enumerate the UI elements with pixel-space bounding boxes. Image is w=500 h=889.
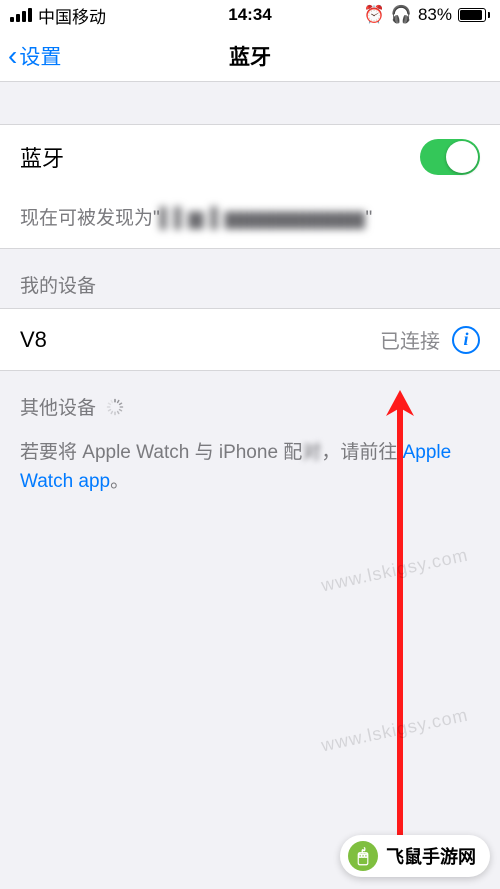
headphones-icon: 🎧 (391, 5, 412, 25)
bluetooth-switch[interactable] (420, 139, 480, 175)
watermark: www.lskigsy.com (320, 545, 471, 597)
site-badge: 🖱 飞鼠手游网 (340, 835, 490, 877)
device-row[interactable]: V8 已连接 i (0, 308, 500, 371)
switch-knob (446, 141, 478, 173)
other-devices-label: 其他设备 (20, 393, 96, 420)
status-right: ⏰ 🎧 83% (364, 5, 490, 25)
bluetooth-label: 蓝牙 (20, 141, 64, 173)
back-button[interactable]: ‹ 设置 (8, 41, 61, 71)
device-name: V8 (20, 327, 380, 353)
clock: 14:34 (228, 5, 271, 25)
device-status: 已连接 (380, 325, 440, 354)
carrier-label: 中国移动 (38, 3, 106, 28)
status-left: 中国移动 (10, 3, 106, 28)
badge-label: 飞鼠手游网 (386, 843, 476, 869)
discoverable-suffix: " (366, 208, 373, 229)
watermark: www.lskigsy.com (320, 705, 471, 757)
battery-icon (458, 8, 490, 22)
discoverable-text: 现在可被发现为"▌▌▆ ▌▆▆▆▆▆▆▆▆▆" (0, 189, 500, 249)
signal-icon (10, 8, 32, 22)
status-bar: 中国移动 14:34 ⏰ 🎧 83% (0, 0, 500, 30)
spinner-icon (106, 398, 124, 416)
my-devices-header: 我的设备 (0, 249, 500, 308)
back-label: 设置 (19, 41, 61, 71)
mouse-icon: 🖱 (348, 841, 378, 871)
bluetooth-toggle-row[interactable]: 蓝牙 (0, 124, 500, 189)
hint-mid: ，请前往 (321, 442, 402, 463)
page-title: 蓝牙 (229, 41, 271, 71)
chevron-left-icon: ‹ (8, 42, 17, 70)
other-devices-header: 其他设备 (0, 371, 500, 432)
discoverable-prefix: 现在可被发现为" (20, 208, 160, 229)
hint-post: 。 (110, 471, 129, 492)
hint-pre: 若要将 Apple Watch 与 iPhone 配 (20, 442, 302, 463)
device-name-blurred: ▌▌▆ ▌▆▆▆▆▆▆▆▆▆ (160, 207, 366, 230)
info-icon[interactable]: i (452, 326, 480, 354)
pairing-hint: 若要将 Apple Watch 与 iPhone 配对，请前往 Apple Wa… (0, 432, 500, 517)
hint-blur: 对 (302, 438, 321, 467)
battery-percent: 83% (418, 5, 452, 25)
nav-bar: ‹ 设置 蓝牙 (0, 30, 500, 82)
alarm-icon: ⏰ (364, 5, 385, 25)
